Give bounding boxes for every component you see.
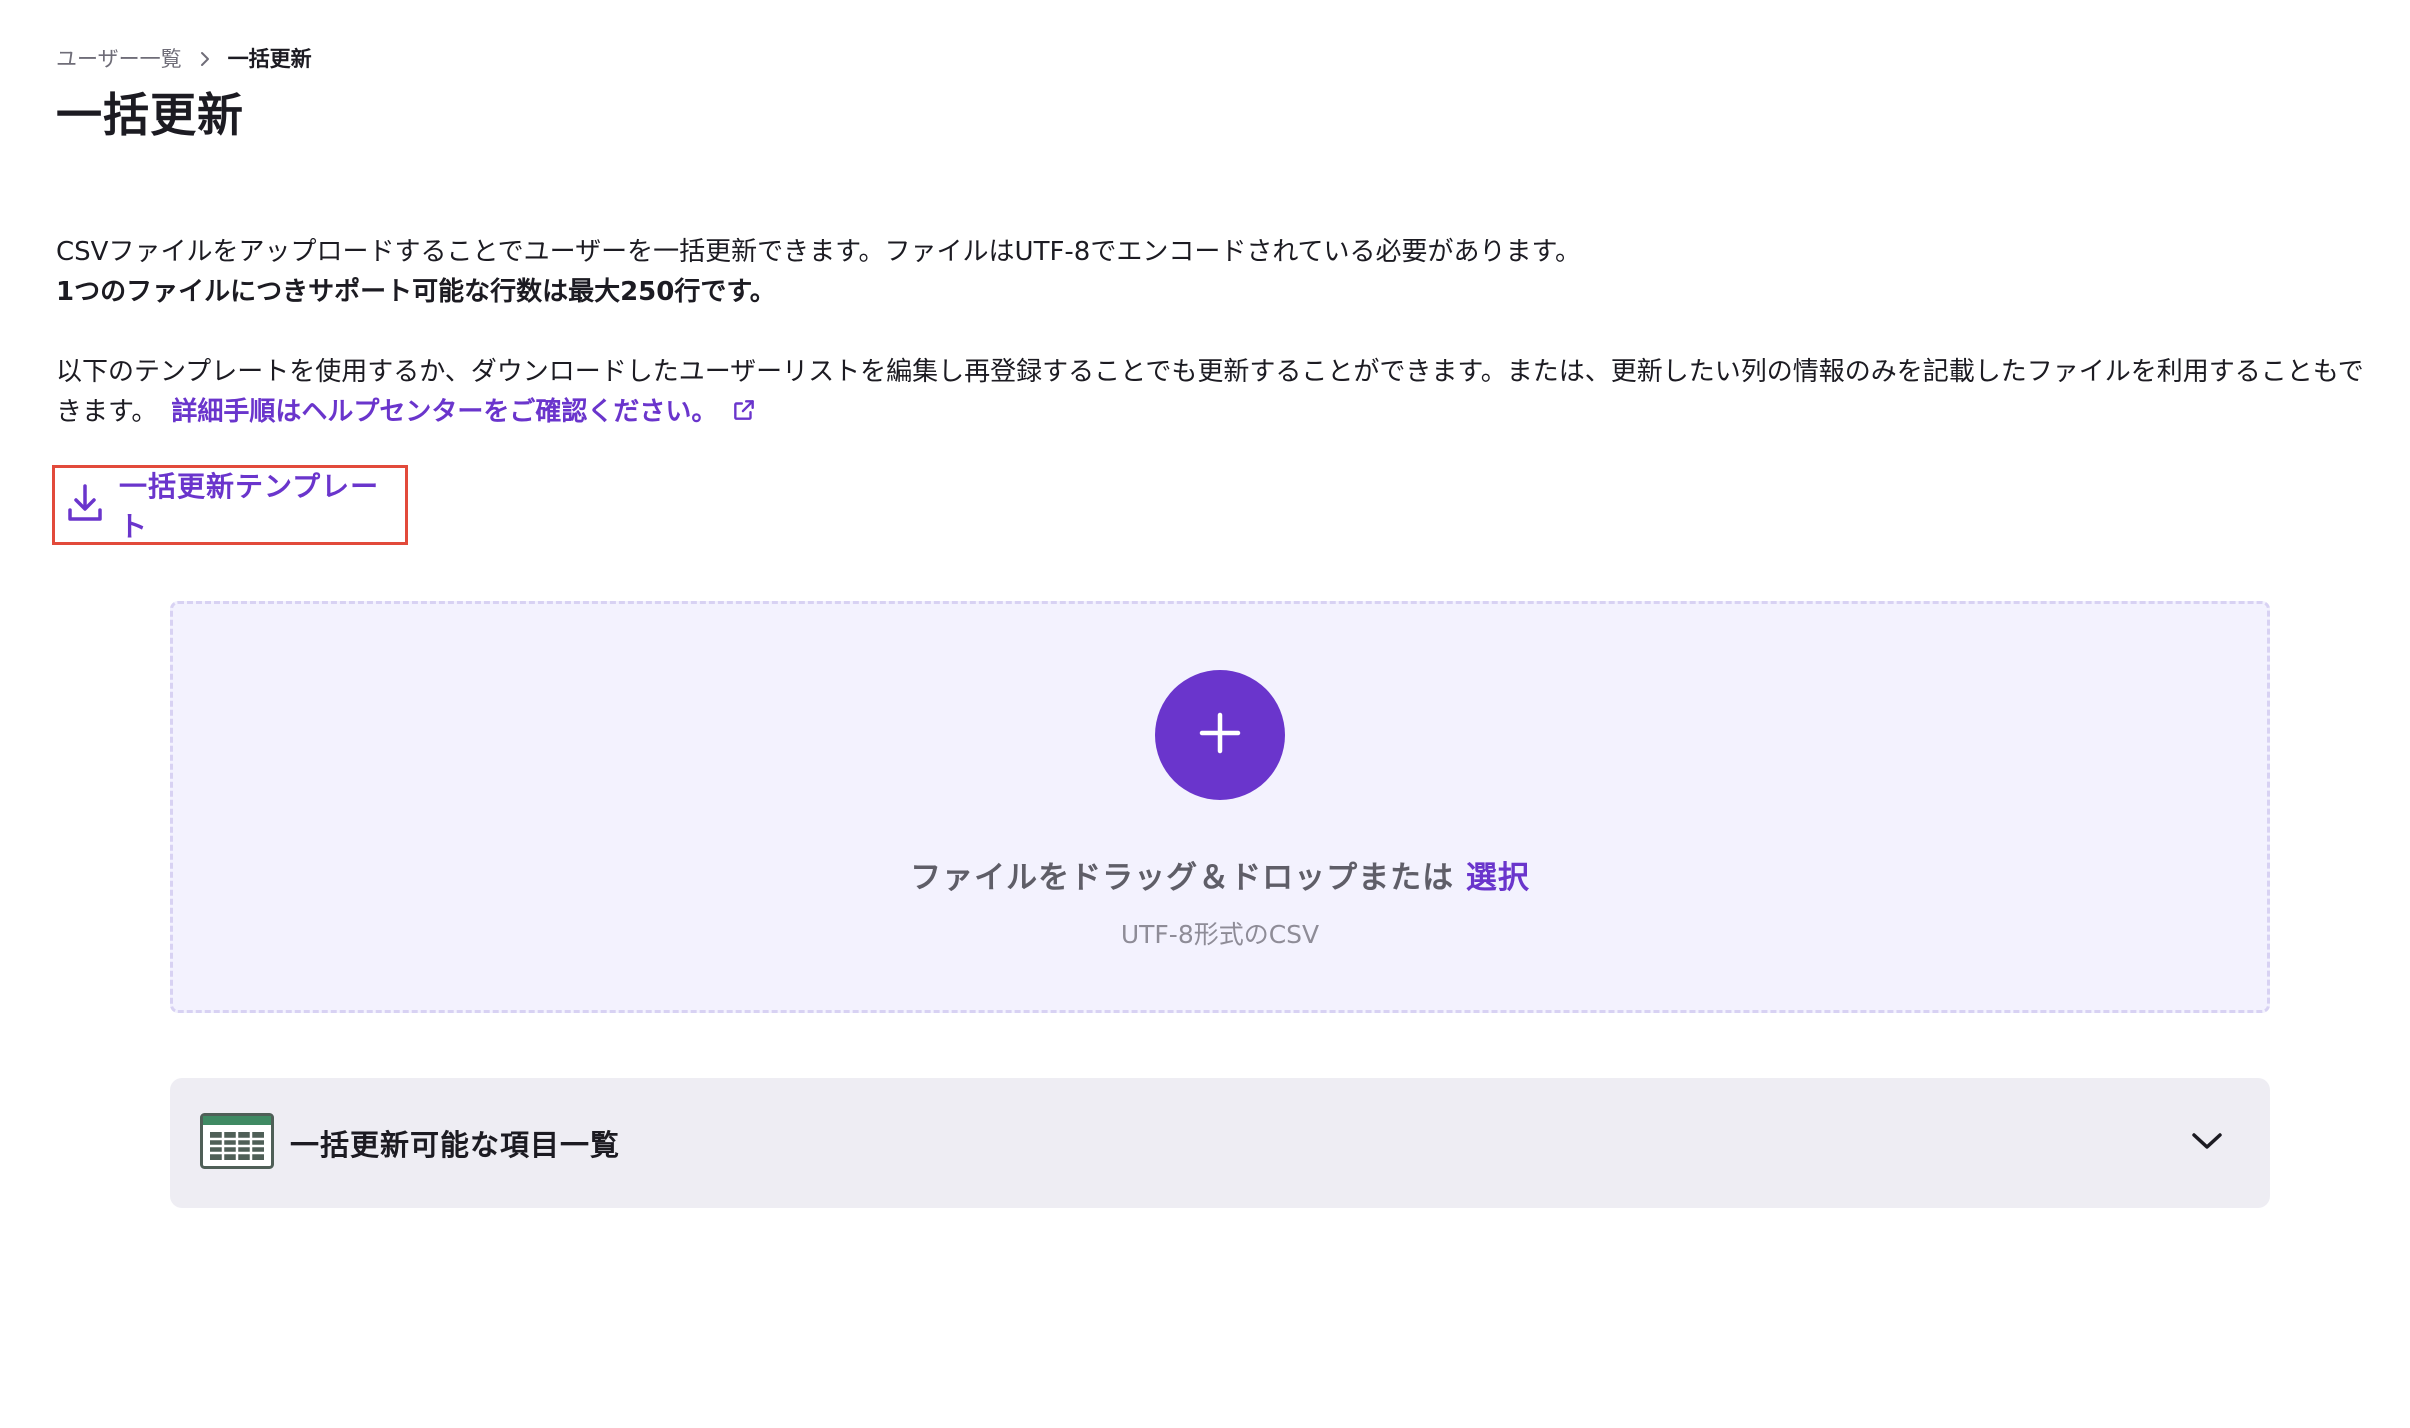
spreadsheet-icon xyxy=(200,1113,274,1173)
accordion-title: 一括更新可能な項目一覧 xyxy=(290,1128,621,1162)
description-line-2: 1つのファイルにつきサポート可能な行数は最大250行です。 xyxy=(56,277,776,307)
dropzone-text: ファイルをドラッグ＆ドロップまたは xyxy=(910,860,1455,896)
updatable-fields-accordion[interactable]: 一括更新可能な項目一覧 xyxy=(170,1078,2270,1208)
breadcrumb: ユーザー一覧 一括更新 xyxy=(56,44,2354,74)
add-file-button[interactable] xyxy=(1155,670,1285,800)
description-line-1: CSVファイルをアップロードすることでユーザーを一括更新できます。ファイルはUT… xyxy=(56,237,1581,267)
chevron-right-icon xyxy=(190,44,220,74)
description-paragraph-2: 以下のテンプレートを使用するか、ダウンロードしたユーザーリストを編集し再登録する… xyxy=(56,352,2366,435)
download-icon xyxy=(65,482,105,528)
download-template-button[interactable]: 一括更新テンプレート xyxy=(52,465,408,545)
page-title: 一括更新 xyxy=(56,88,244,142)
breadcrumb-user-list-link[interactable]: ユーザー一覧 xyxy=(56,44,182,74)
help-center-link[interactable]: 詳細手順はヘルプセンターをご確認ください。 xyxy=(171,397,717,427)
breadcrumb-current: 一括更新 xyxy=(227,47,312,71)
file-dropzone[interactable]: ファイルをドラッグ＆ドロップまたは 選択 UTF-8形式のCSV xyxy=(170,601,2270,1013)
external-link-icon[interactable] xyxy=(731,395,757,435)
description: CSVファイルをアップロードすることでユーザーを一括更新できます。ファイルはUT… xyxy=(56,232,2354,312)
select-file-link[interactable]: 選択 xyxy=(1466,860,1530,896)
dropzone-instructions: ファイルをドラッグ＆ドロップまたは 選択 xyxy=(910,852,1530,897)
chevron-down-icon[interactable] xyxy=(2190,1130,2224,1156)
dropzone-subtext: UTF-8形式のCSV xyxy=(1120,920,1320,949)
download-template-label: 一括更新テンプレート xyxy=(119,470,380,543)
plus-icon xyxy=(1196,709,1244,761)
bulk-update-page: ユーザー一覧 一括更新 一括更新 CSVファイルをアップロードすることでユーザー… xyxy=(0,0,2410,1428)
